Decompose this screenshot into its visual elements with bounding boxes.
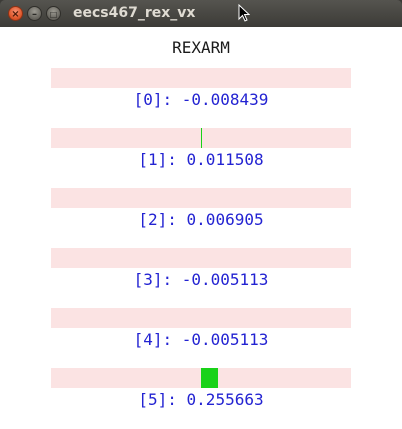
joint-1-label: [1]: 0.011508	[138, 150, 264, 169]
joint-5-marker	[201, 368, 218, 388]
joint-4-bar	[51, 308, 351, 328]
joint-4: [4]: -0.005113	[51, 308, 351, 368]
joint-2-bar	[51, 188, 351, 208]
joint-1: [1]: 0.011508	[51, 128, 351, 188]
joint-4-label: [4]: -0.005113	[133, 330, 269, 349]
joint-0: [0]: -0.008439	[51, 68, 351, 128]
joint-2: [2]: 0.006905	[51, 188, 351, 248]
joint-1-marker	[201, 128, 202, 148]
window-minimize-button[interactable]: –	[27, 6, 42, 21]
joint-0-label: [0]: -0.008439	[133, 90, 269, 109]
mouse-cursor-icon	[238, 4, 250, 22]
app-title: REXARM	[172, 38, 230, 57]
window-close-button[interactable]: ×	[8, 6, 23, 21]
window-titlebar[interactable]: × – □ eecs467_rex_vx	[0, 0, 402, 27]
joint-5: [5]: 0.255663	[51, 368, 351, 428]
vx-canvas[interactable]: REXARM [0]: -0.008439 [1]: 0.011508 [2]:…	[0, 27, 402, 429]
joint-1-bar	[51, 128, 351, 148]
joint-5-bar	[51, 368, 351, 388]
app-window: × – □ eecs467_rex_vx REXARM [0]: -0.0084…	[0, 0, 402, 429]
joint-3-bar	[51, 248, 351, 268]
joint-5-label: [5]: 0.255663	[138, 390, 264, 409]
joint-3: [3]: -0.005113	[51, 248, 351, 308]
joint-3-label: [3]: -0.005113	[133, 270, 269, 289]
window-title: eecs467_rex_vx	[73, 5, 196, 21]
joint-0-bar	[51, 68, 351, 88]
joint-2-label: [2]: 0.006905	[138, 210, 264, 229]
window-maximize-button[interactable]: □	[46, 6, 61, 21]
